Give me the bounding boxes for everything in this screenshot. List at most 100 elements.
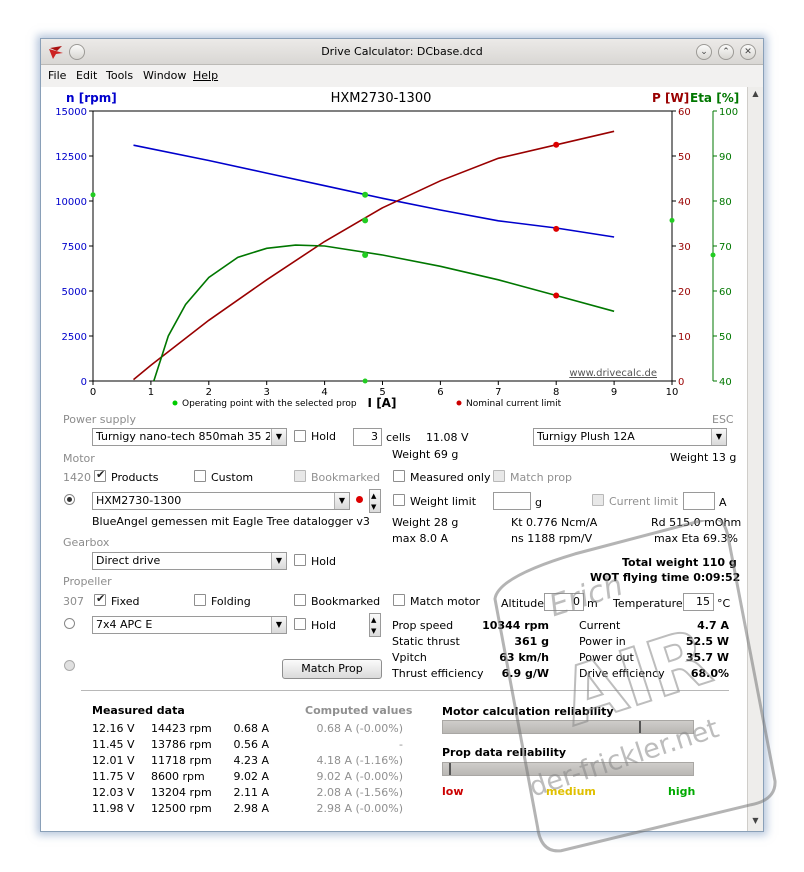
current-limit-unit: A xyxy=(719,496,727,509)
power-tick-label: 50 xyxy=(678,152,691,163)
gearbox-select[interactable]: Direct drive ▼ xyxy=(92,552,287,570)
eta-tick-label: 60 xyxy=(719,287,732,298)
propeller-section-label: Propeller xyxy=(63,575,112,588)
maximize-button[interactable]: ⌃ xyxy=(718,44,734,60)
motor-section-label: Motor xyxy=(63,452,95,465)
chevron-down-icon: ▼ xyxy=(271,553,286,569)
match-prop-checkbox[interactable] xyxy=(493,470,505,482)
menu-help[interactable]: Help xyxy=(193,69,218,82)
x-tick-label: 0 xyxy=(90,387,96,398)
power-tick-label: 10 xyxy=(678,332,691,343)
measured-only-checkbox[interactable] xyxy=(393,470,405,482)
power-tick-label: 30 xyxy=(678,242,691,253)
esc-select[interactable]: Turnigy Plush 12A ▼ xyxy=(533,428,727,446)
weight-limit-label: Weight limit xyxy=(410,495,477,508)
propeller-count: 307 xyxy=(63,595,84,608)
menu-tools[interactable]: Tools xyxy=(106,69,133,82)
bookmark-dot-icon[interactable] xyxy=(356,496,363,503)
measured-cell-v: 12.03 V xyxy=(92,786,135,799)
menu-file[interactable]: File xyxy=(48,69,66,82)
eta-axis-mark xyxy=(710,252,716,258)
motor-spinner[interactable]: ▲ ▼ xyxy=(369,489,381,513)
measured-cell-v: 11.45 V xyxy=(92,738,135,751)
gearbox-hold-checkbox[interactable] xyxy=(294,554,306,566)
chart-title: HXM2730-1300 xyxy=(331,91,432,106)
measured-cell-a: 2.11 A xyxy=(233,786,269,799)
operating-point-x-axis xyxy=(362,378,368,384)
match-prop-button[interactable]: Match Prop xyxy=(282,659,382,679)
esc-weight: Weight 13 g xyxy=(670,451,737,464)
weight-limit-input[interactable] xyxy=(493,492,531,510)
x-tick-label: 8 xyxy=(553,387,559,398)
legend-operating-label: Operating point with the selected prop xyxy=(182,399,357,409)
legend-operating-dot xyxy=(172,400,178,406)
motor-select[interactable]: HXM2730-1300 ▼ xyxy=(92,492,350,510)
prop-speed-label: Prop speed xyxy=(392,619,454,632)
stamp-watermark: Erich AIR der-frickler.net xyxy=(493,520,777,853)
match-radio[interactable] xyxy=(64,660,75,671)
prop-hold-label: Hold xyxy=(311,619,337,632)
motor-custom-label: Custom xyxy=(211,471,254,484)
motor-custom-checkbox[interactable] xyxy=(194,470,206,482)
motor-products-checkbox[interactable] xyxy=(94,468,106,482)
eta-tick-label: 50 xyxy=(719,332,732,343)
cells-input[interactable]: 3 xyxy=(353,428,382,446)
measured-cell-v: 11.75 V xyxy=(92,770,135,783)
measured-cell-a: 0.56 A xyxy=(233,738,269,751)
eta-tick-label: 40 xyxy=(719,377,732,388)
power-axis-label: P [W] xyxy=(652,91,689,105)
match-prop-label: Match prop xyxy=(510,471,573,484)
minimize-button[interactable]: ⌄ xyxy=(696,44,712,60)
measured-cell-a: 2.98 A xyxy=(233,802,269,815)
battery-hold-label: Hold xyxy=(311,430,337,443)
x-tick-label: 5 xyxy=(379,387,385,398)
measured-cell-v: 12.01 V xyxy=(92,754,135,767)
menu-edit[interactable]: Edit xyxy=(76,69,97,82)
eta-tick-label: 80 xyxy=(719,197,732,208)
motor-radio[interactable] xyxy=(64,494,75,505)
rpm-tick-label: 10000 xyxy=(55,197,87,208)
prop-bookmarked-checkbox[interactable] xyxy=(294,594,306,606)
rpm-tick-label: 2500 xyxy=(62,332,87,343)
battery-hold-checkbox[interactable] xyxy=(294,430,306,442)
nominal-point-rpm xyxy=(553,225,560,232)
current-limit-checkbox[interactable] xyxy=(592,494,604,506)
measured-cell-a: 9.02 A xyxy=(233,770,269,783)
measured-cell-rpm: 13204 rpm xyxy=(151,786,212,799)
watermark-link[interactable]: www.drivecalc.de xyxy=(569,368,657,379)
measured-cell-c: 2.08 A (-1.56%) xyxy=(316,786,403,799)
power-tick-label: 60 xyxy=(678,107,691,118)
prop-select[interactable]: 7x4 APC E ▼ xyxy=(92,616,287,634)
measured-cell-c: - xyxy=(399,738,403,751)
prop-spinner[interactable]: ▲ ▼ xyxy=(369,613,381,637)
weight-limit-checkbox[interactable] xyxy=(393,494,405,506)
computed-values-title: Computed values xyxy=(305,704,413,717)
title-bar[interactable]: Drive Calculator: DCbase.dcd ⌄ ⌃ ✕ xyxy=(41,39,763,65)
prop-radio[interactable] xyxy=(64,618,75,629)
performance-chart: HXM2730-1300 n [rpm] P [W] Eta [%] I [A]… xyxy=(55,91,739,409)
measured-data-title: Measured data xyxy=(92,704,185,717)
chevron-down-icon: ▼ xyxy=(271,617,286,633)
motor-weight: Weight 28 g xyxy=(392,516,459,529)
motor-bookmarked-checkbox[interactable] xyxy=(294,470,306,482)
chevron-down-icon: ▼ xyxy=(271,429,286,445)
menu-window[interactable]: Window xyxy=(143,69,186,82)
rpm-tick-label: 15000 xyxy=(55,107,87,118)
prop-fixed-checkbox[interactable] xyxy=(94,592,106,606)
prop-hold-checkbox[interactable] xyxy=(294,618,306,630)
eta-tick-label: 90 xyxy=(719,152,732,163)
legend-nominal-dot xyxy=(456,400,462,406)
menu-bar: File Edit Tools Window Help xyxy=(41,65,763,87)
prop-folding-checkbox[interactable] xyxy=(194,594,206,606)
battery-select[interactable]: Turnigy nano-tech 850mah 35 25~4▼ xyxy=(92,428,287,446)
current-limit-label: Current limit xyxy=(609,495,679,508)
current-limit-input[interactable] xyxy=(683,492,715,510)
rpm-tick-label: 12500 xyxy=(55,152,87,163)
gearbox-section-label: Gearbox xyxy=(63,536,110,549)
match-motor-checkbox[interactable] xyxy=(393,594,405,606)
battery-voltage: 11.08 V xyxy=(426,431,469,444)
weight-limit-unit: g xyxy=(535,496,542,509)
scroll-up-icon[interactable]: ▲ xyxy=(750,89,761,100)
power-tick-label: 0 xyxy=(678,377,684,388)
close-button[interactable]: ✕ xyxy=(740,44,756,60)
